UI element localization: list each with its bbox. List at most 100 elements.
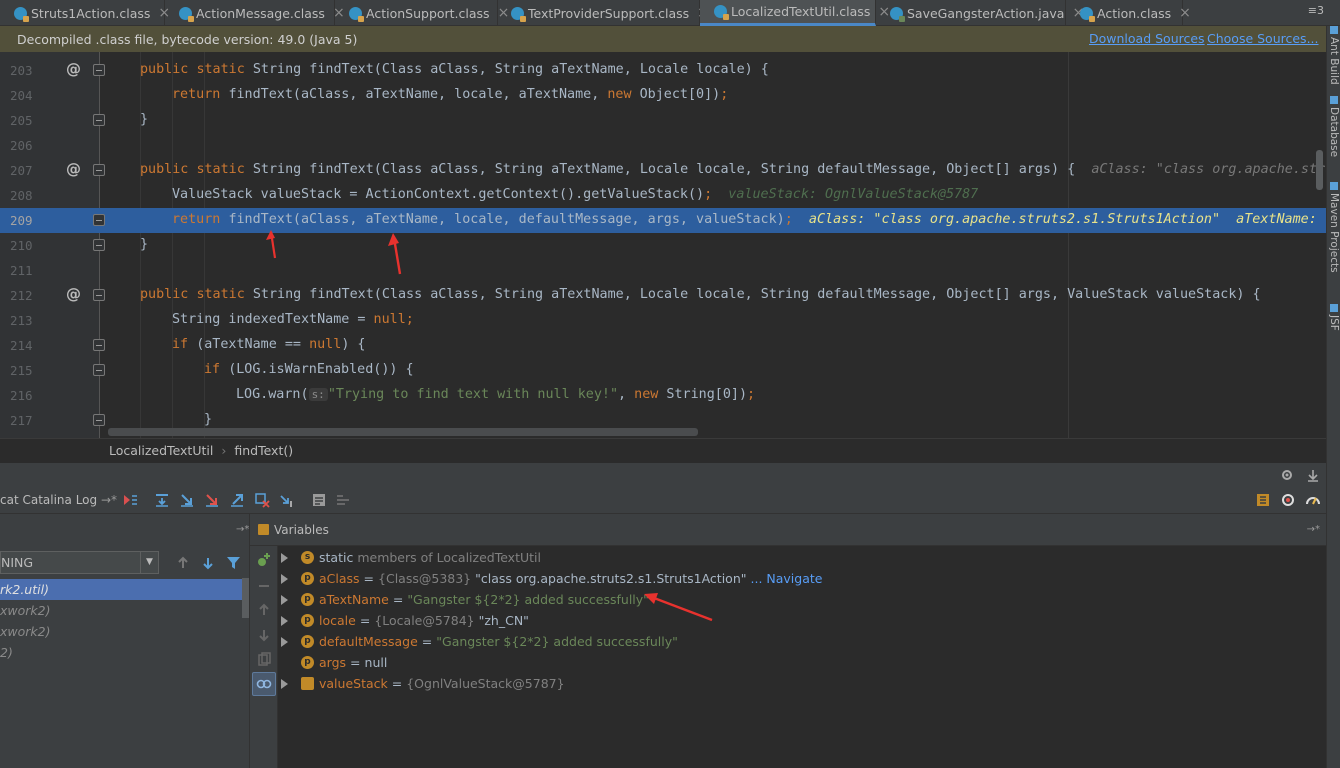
database-tool[interactable]: Database [1328,96,1340,157]
code-line[interactable]: 210} [0,233,1326,258]
code-line[interactable]: 208 ValueStack valueStack = ActionContext… [0,183,1326,208]
line-number[interactable]: 206 [10,138,33,153]
move-down-icon[interactable] [256,627,272,643]
show-values-toggle[interactable] [252,672,276,696]
line-number[interactable]: 210 [10,238,33,253]
code-line[interactable]: 204 return findText(aClass, aTextName, lo… [0,83,1326,108]
new-watch-icon[interactable] [256,552,272,568]
close-icon[interactable]: × [1179,5,1191,21]
override-marker-icon[interactable]: @ [66,160,81,178]
stack-frame[interactable]: 2) [0,642,242,663]
fold-toggle-icon[interactable] [93,239,105,251]
expand-arrow-icon[interactable] [281,678,289,689]
code-line[interactable]: 212 @ public static String findText(Class … [0,283,1326,308]
line-number[interactable]: 215 [10,363,33,378]
line-number[interactable]: 207 [10,163,33,178]
variable-row[interactable]: valueStack = {OgnlValueStack@5787} [278,673,565,694]
download-sources-link[interactable]: Download Sources [1089,31,1205,46]
line-number[interactable]: 213 [10,313,33,328]
editor-vertical-scrollbar[interactable] [1316,150,1323,190]
step-into-icon[interactable] [179,492,195,508]
filter-icon[interactable] [226,556,241,570]
expand-arrow-icon[interactable] [281,594,289,605]
code-line[interactable]: 213 String indexedTextName = null; [0,308,1326,333]
line-number[interactable]: 216 [10,388,33,403]
restore-layout-icon[interactable] [1255,492,1271,508]
line-number[interactable]: 211 [10,263,33,278]
expand-arrow-icon[interactable] [281,636,289,647]
code-line[interactable]: 203 @ public static String findText(Class … [0,58,1326,83]
code-line[interactable]: 207 @ public static String findText(Class … [0,158,1326,183]
memory-view-icon[interactable] [1305,492,1321,508]
step-out-icon[interactable] [229,492,245,508]
tab-savegangsteraction-java[interactable]: SaveGangsterAction.java × [876,0,1084,26]
hide-panel-icon[interactable] [1305,467,1321,483]
code-line[interactable]: 206 [0,133,1326,158]
tab-actionsupport-class[interactable]: ActionSupport.class × [335,0,509,26]
thread-selector[interactable]: NING ▼ [0,551,159,574]
stack-frame[interactable]: xwork2) [0,621,242,642]
line-number[interactable]: 214 [10,338,33,353]
evaluate-expression-icon[interactable] [311,492,327,508]
code-line[interactable]: 211 [0,258,1326,283]
ant-build-tool[interactable]: Ant Build [1328,26,1340,85]
frames-pin-icon[interactable]: →* [236,524,249,535]
tab-localizedtextutil-class[interactable]: LocalizedTextUtil.class × [700,0,890,26]
copy-icon[interactable] [256,652,272,668]
current-execution-line[interactable]: 209 return findText(aClass, aTextName, lo… [0,208,1326,233]
expand-arrow-icon[interactable] [281,573,289,584]
drop-frame-icon[interactable] [254,492,270,508]
editor-horizontal-scrollbar[interactable] [108,428,698,436]
line-number[interactable]: 203 [10,63,33,78]
frame-up-icon[interactable] [176,556,190,570]
step-over-icon[interactable] [154,492,170,508]
variable-row[interactable]: p aTextName = "Gangster ${2*2} added succes… [278,589,649,610]
expand-arrow-icon[interactable] [281,552,289,563]
frames-scrollbar[interactable] [242,578,249,618]
console-tab[interactable]: cat Catalina Log →* [0,493,117,507]
fold-toggle-icon[interactable] [93,64,105,76]
remove-watch-icon[interactable] [256,578,272,594]
expand-arrow-icon[interactable] [281,615,289,626]
fold-toggle-icon[interactable] [93,364,105,376]
jsf-tool[interactable]: JSF [1328,304,1340,331]
fold-toggle-icon[interactable] [93,164,105,176]
settings-icon[interactable] [1280,492,1296,508]
fold-toggle-icon[interactable] [93,289,105,301]
force-step-into-icon[interactable] [204,492,220,508]
tab-struts1action-class[interactable]: Struts1Action.class × [0,0,170,26]
code-line[interactable]: 216 LOG.warn(s: "Trying to find text with … [0,383,1326,408]
line-number[interactable]: 212 [10,288,33,303]
variable-row[interactable]: s static members of LocalizedTextUtil [278,547,541,568]
breadcrumb-class[interactable]: LocalizedTextUtil [109,443,213,458]
trace-icon[interactable] [335,492,351,508]
variable-row[interactable]: p locale = {Locale@5784} "zh_CN" [278,610,529,631]
tab-action-class[interactable]: Action.class × [1066,0,1191,26]
move-up-icon[interactable] [256,602,272,618]
code-line[interactable]: 215 if (LOG.isWarnEnabled()) { [0,358,1326,383]
frame-down-icon[interactable] [201,556,215,570]
code-line[interactable]: 205} [0,108,1326,133]
code-line[interactable]: 214 if (aTextName == null) { [0,333,1326,358]
override-marker-icon[interactable]: @ [66,285,81,303]
gear-icon[interactable] [1279,467,1295,483]
navigate-link[interactable]: ... Navigate [751,571,823,586]
fold-toggle-icon[interactable] [93,114,105,126]
chevron-down-icon[interactable]: ▼ [140,552,158,573]
choose-sources-link[interactable]: Choose Sources... [1207,31,1319,46]
line-number[interactable]: 204 [10,88,33,103]
fold-toggle-icon[interactable] [93,339,105,351]
show-execution-point-icon[interactable] [122,492,138,508]
run-to-cursor-icon[interactable] [279,492,295,508]
breadcrumb-method[interactable]: findText() [234,443,293,458]
line-number[interactable]: 205 [10,113,33,128]
maven-projects-tool[interactable]: Maven Projects [1328,182,1340,273]
code-editor[interactable]: 203 @ public static String findText(Class … [0,52,1326,438]
stack-frame[interactable]: xwork2) [0,600,242,621]
line-number[interactable]: 208 [10,188,33,203]
line-number[interactable]: 209 [10,213,33,228]
variables-pin-icon[interactable]: →* [1307,524,1320,535]
tab-overflow-menu[interactable]: ≡3 [1308,4,1324,17]
override-marker-icon[interactable]: @ [66,60,81,78]
tab-textprovidersupport-class[interactable]: TextProviderSupport.class× [497,0,709,26]
